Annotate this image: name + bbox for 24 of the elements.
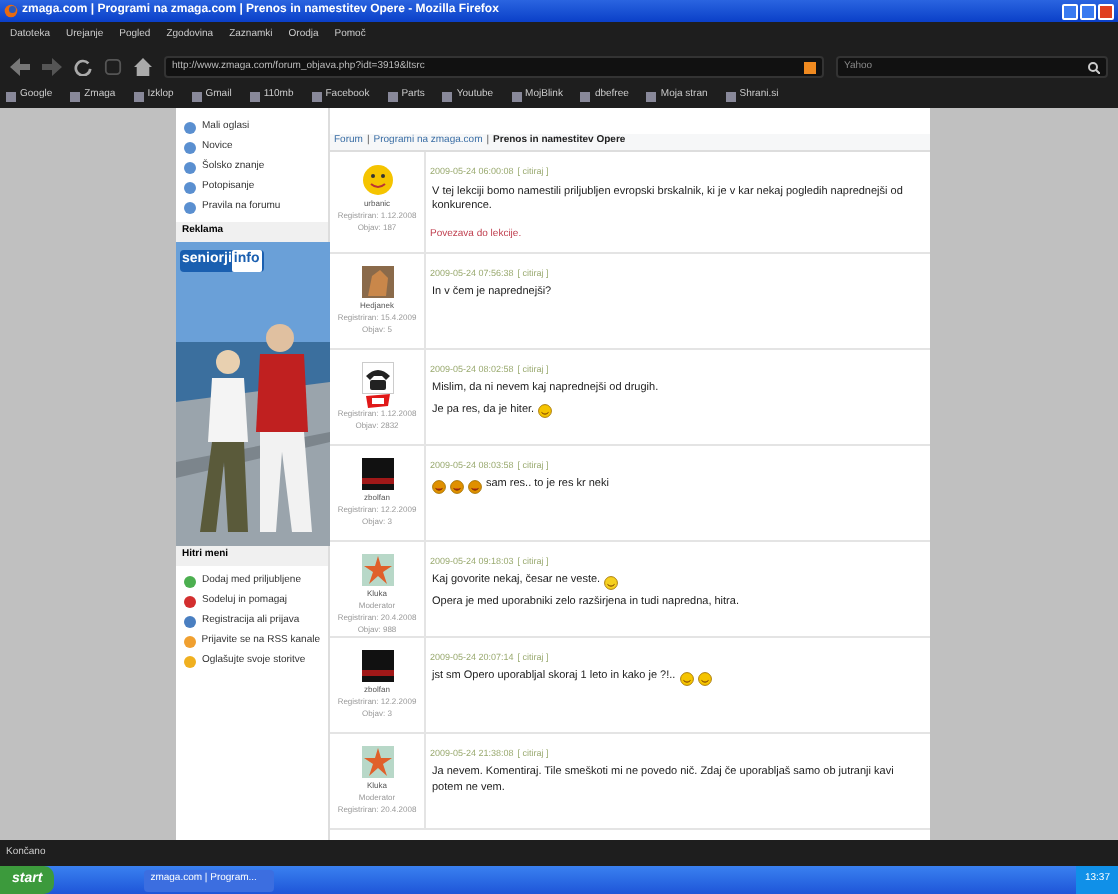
browser-logo-icon: [4, 4, 18, 18]
laughing-smiley-icon: [450, 479, 464, 494]
starfish-icon: [361, 745, 393, 778]
winking-smiley-icon: [697, 671, 712, 686]
reload-icon[interactable]: [74, 58, 92, 76]
starfish-icon: [361, 553, 393, 586]
home-icon[interactable]: [134, 58, 152, 76]
minimize-button[interactable]: [1062, 3, 1078, 19]
rank-badge-icon: [363, 393, 391, 408]
laughing-smiley-icon: [432, 479, 446, 494]
winking-smiley-icon: [538, 404, 553, 419]
grinning-smiley-icon: [604, 575, 619, 590]
back-arrow-icon[interactable]: [10, 58, 30, 76]
laughing-smiley-icon: [468, 479, 482, 494]
telephone-icon: [361, 361, 393, 394]
winking-smiley-icon: [679, 671, 694, 686]
horse-head-icon: [361, 265, 393, 298]
smiley-icon: [361, 164, 393, 196]
search-icon[interactable]: [1088, 61, 1100, 73]
rss-feed-icon: [804, 61, 816, 73]
close-button[interactable]: [1098, 3, 1114, 19]
dark-square-icon: [361, 649, 393, 682]
maximize-button[interactable]: [1080, 3, 1096, 19]
dark-square-icon: [361, 457, 393, 490]
